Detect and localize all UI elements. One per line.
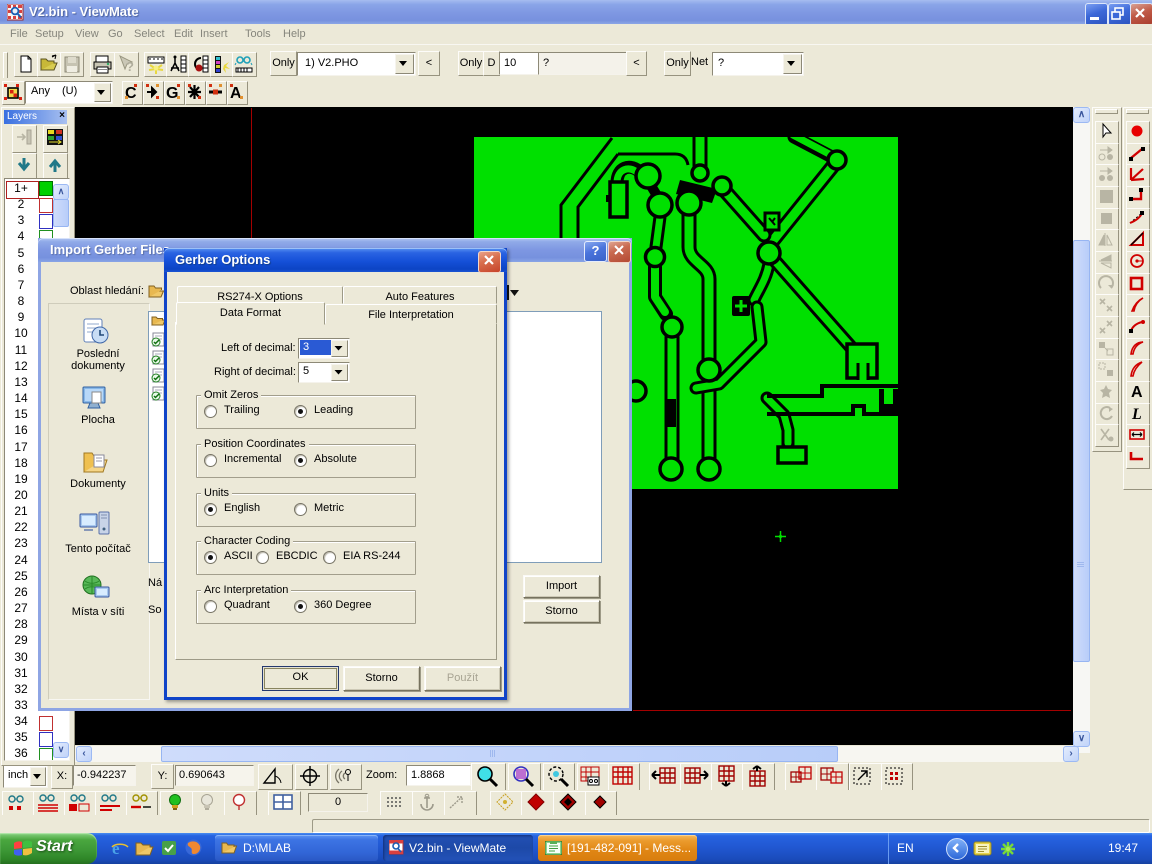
svg-text:G: G [166, 85, 178, 102]
svg-text:L: L [1131, 406, 1142, 423]
svg-text:?: ? [126, 59, 134, 74]
svg-text:C: C [125, 85, 137, 102]
svg-text:A: A [1131, 384, 1143, 401]
svg-text:A: A [230, 85, 242, 102]
svg-text:e: e [112, 839, 120, 858]
